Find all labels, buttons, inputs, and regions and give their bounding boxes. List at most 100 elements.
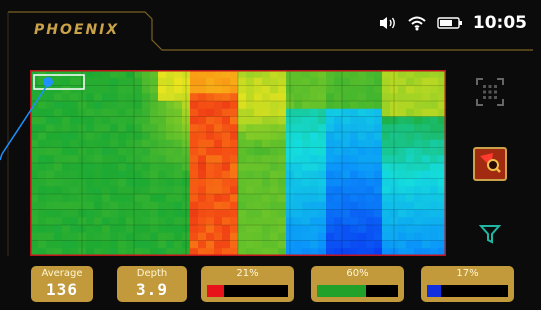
heatmap-cell [254,124,263,133]
heatmap-cell [54,116,63,125]
heatmap-cell [222,201,231,210]
heatmap-cell [158,170,167,179]
heatmap-cell [414,132,423,141]
heatmap-cell [262,225,271,234]
heatmap-cell [230,178,239,187]
heatmap-cell [190,209,199,218]
heatmap-cell [246,240,255,249]
heatmap-cell [214,232,223,241]
heatmap-cell [358,85,367,94]
heatmap-cell [150,155,159,164]
heatmap-cell [238,178,247,187]
heatmap-cell [110,77,119,86]
heatmap-cell [246,186,255,195]
heatmap-cell [374,240,383,249]
heatmap-cell [326,147,335,156]
heatmap-cell [142,116,151,125]
heatmap-cell [214,209,223,218]
heatmap-cell [366,139,375,148]
heatmap-cell [294,85,303,94]
heatmap-cell [118,85,127,94]
heatmap-cell [262,108,271,117]
heatmap-cell [262,240,271,249]
heatmap-cell [414,240,423,249]
heatmap-cell [126,186,135,195]
heatmap-cell [278,217,287,226]
heatmap-cell [94,124,103,133]
heatmap-cell [294,155,303,164]
heatmap-cell [222,77,231,86]
heatmap-cell [278,108,287,117]
heatmap-cell [150,232,159,241]
heatmap-cell [198,124,207,133]
heatmap-cell [422,170,431,179]
average-label: Average [41,268,83,279]
heatmap-cell [382,178,391,187]
heatmap-cell [246,93,255,102]
heatmap-cell [94,163,103,172]
heatmap-cell [214,194,223,203]
average-value: 136 [46,280,78,299]
heatmap-cell [86,163,95,172]
heatmap-cell [38,170,47,179]
heatmap-cell [318,170,327,179]
heatmap-cell [94,116,103,125]
heatmap-cell [134,232,143,241]
heatmap-cell [422,232,431,241]
heatmap-cell [214,186,223,195]
heatmap-cell [326,85,335,94]
heatmap-cell [118,209,127,218]
grid-select-button[interactable] [472,76,508,112]
pointer-dot[interactable] [43,77,53,87]
heatmap-cell [38,108,47,117]
heatmap-cell [46,132,55,141]
heatmap-cell [238,155,247,164]
heatmap-cell [334,209,343,218]
heatmap-cell [254,108,263,117]
heatmap-cell [262,163,271,172]
clock: 10:05 [472,13,527,33]
heatmap-cell [142,194,151,203]
filter-button[interactable] [476,222,504,250]
heatmap-cell [158,155,167,164]
heatmap-cell [310,186,319,195]
heatmap-cell [310,132,319,141]
heatmap-cell [358,132,367,141]
heatmap-cell [110,240,119,249]
heatmap-cell [270,232,279,241]
heatmap-cell [302,194,311,203]
heatmap-cell [110,186,119,195]
heatmap-cell [174,201,183,210]
heatmap-cell [126,209,135,218]
heatmap-cell [222,124,231,133]
heatmap-cell [150,170,159,179]
blue-percentage-track [427,285,508,297]
heatmap-cell [262,85,271,94]
heatmap-cell [230,116,239,125]
heatmap-cell [126,155,135,164]
heatmap-cell [430,163,439,172]
heatmap-cell [278,101,287,110]
target-search-button[interactable] [473,147,507,181]
heatmap-cell [38,225,47,234]
vibrate-icon [377,15,397,31]
heatmap-cell [382,101,391,110]
heatmap-cell [430,209,439,218]
heatmap-cell [110,194,119,203]
heatmap-cell [326,93,335,102]
heatmap-cell [430,101,439,110]
heatmap-cell [310,217,319,226]
heatmap-cell [278,201,287,210]
heatmap-cell [102,124,111,133]
heatmap-cell [430,170,439,179]
heatmap-cell [262,139,271,148]
heatmap-cell [246,116,255,125]
scan-heatmap[interactable] [30,70,446,256]
heatmap-cell [398,147,407,156]
heatmap-cell [406,163,415,172]
heatmap-cell [422,209,431,218]
heatmap-cell [230,194,239,203]
heatmap-cell [422,163,431,172]
heatmap-cell [46,116,55,125]
heatmap-cell [158,240,167,249]
